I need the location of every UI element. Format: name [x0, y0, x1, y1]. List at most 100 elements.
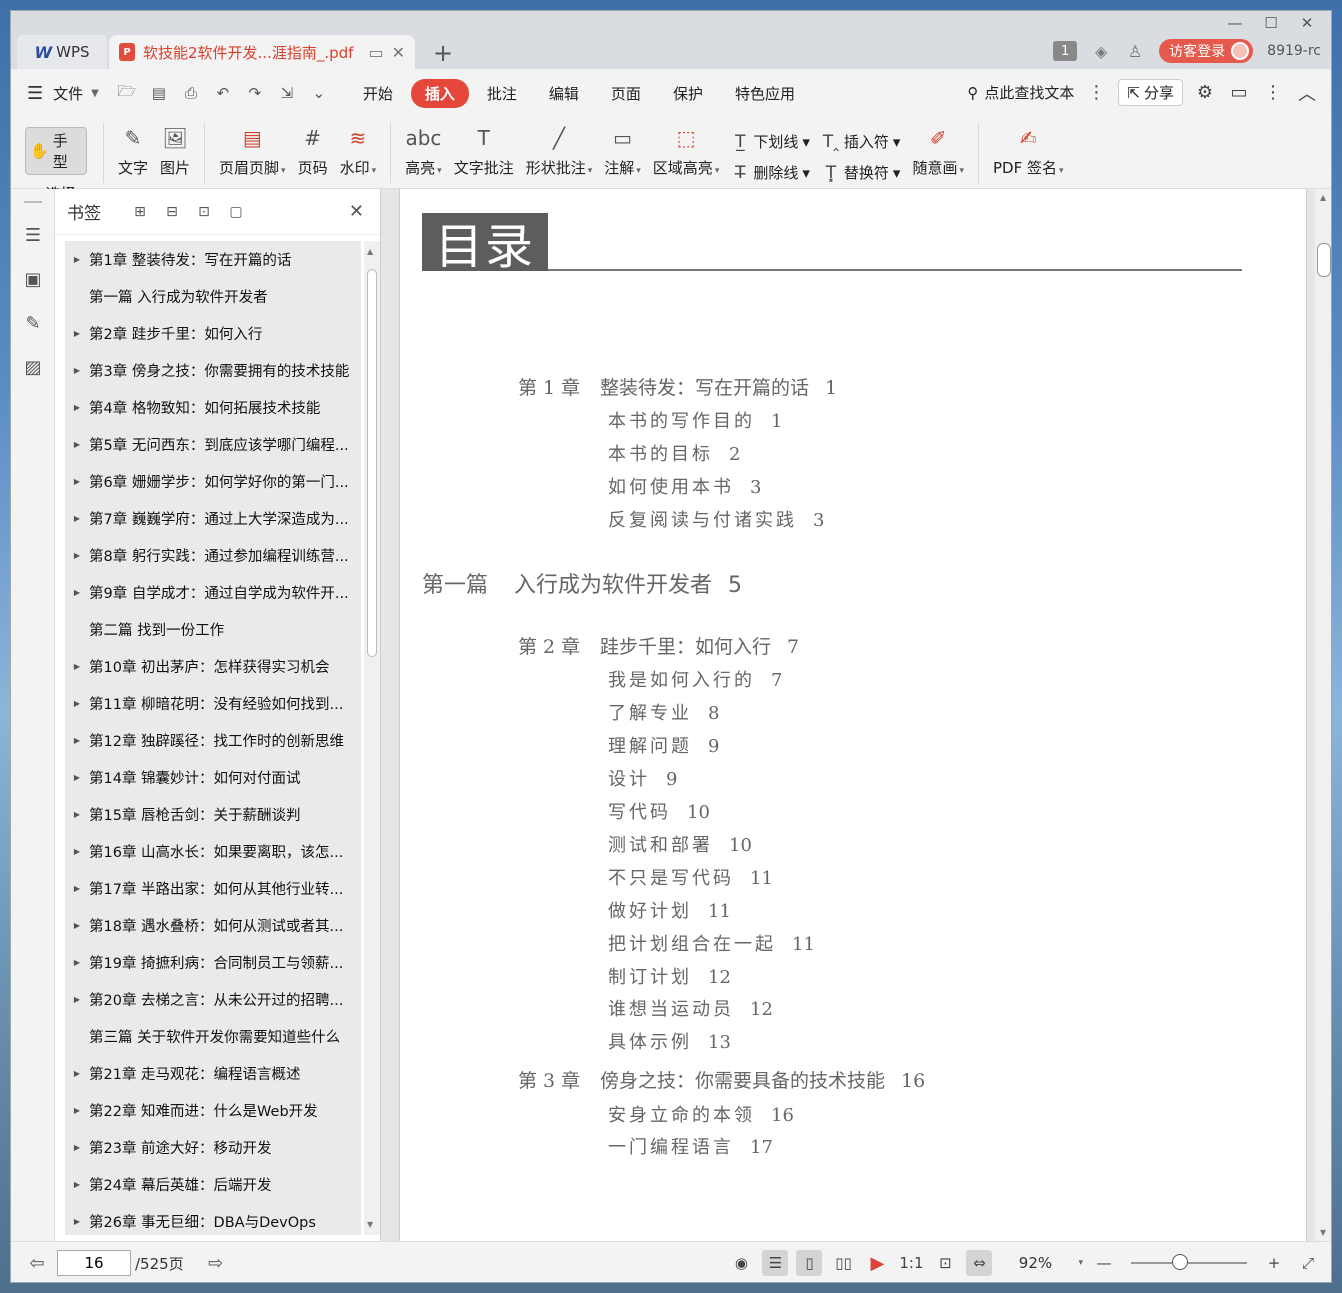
- document-tab[interactable]: P 软技能2软件开发...涯指南_.pdf ▭ ✕: [109, 35, 415, 69]
- tab-insert[interactable]: 插入: [410, 78, 469, 108]
- bookmark-settings-icon[interactable]: ▢: [225, 201, 247, 223]
- tab-page[interactable]: 页面: [597, 79, 655, 108]
- bookmark-item[interactable]: ▶ 第19章 掎摭利病：合同制员工与领薪...: [65, 944, 361, 981]
- expand-arrow-icon[interactable]: ▶: [65, 1106, 89, 1115]
- double-page-icon[interactable]: ▯▯: [830, 1250, 856, 1276]
- bookmark-item[interactable]: ▶ 第14章 锦囊妙计：如何对付面试: [65, 759, 361, 796]
- annotation-pen-icon[interactable]: ✎: [11, 301, 55, 345]
- highlight-button[interactable]: abc 高亮 ▾: [405, 123, 442, 178]
- expand-arrow-icon[interactable]: ▶: [65, 403, 89, 412]
- window-count-badge[interactable]: 1: [1053, 41, 1078, 61]
- bookmark-item[interactable]: ▶ 第15章 唇枪舌剑：关于薪酬谈判: [65, 796, 361, 833]
- zoom-level[interactable]: 92%: [1000, 1254, 1070, 1272]
- bookmark-item[interactable]: ▶ 第8章 躬行实践：通过参加编程训练营...: [65, 537, 361, 574]
- zoom-slider[interactable]: [1131, 1254, 1247, 1270]
- bookmark-item[interactable]: ▶ 第21章 走马观花：编程语言概述: [65, 1055, 361, 1092]
- shirt-skin-icon[interactable]: ♙: [1125, 41, 1145, 61]
- tab-start[interactable]: 开始: [349, 79, 407, 108]
- print-icon[interactable]: ⎙: [177, 79, 205, 107]
- bookmark-scroll-thumb[interactable]: [367, 269, 377, 657]
- expand-arrow-icon[interactable]: ▶: [65, 773, 89, 782]
- close-window-icon[interactable]: ✕: [1289, 13, 1325, 33]
- expand-arrow-icon[interactable]: ▶: [65, 1180, 89, 1189]
- tab-special-apps[interactable]: 特色应用: [721, 79, 809, 108]
- bookmark-item[interactable]: ▶ 第6章 姗姗学步：如何学好你的第一门...: [65, 463, 361, 500]
- replace-mark-button[interactable]: T͓ 替换符 ▾: [822, 162, 901, 183]
- save-icon[interactable]: ▤: [145, 79, 173, 107]
- bookmark-item[interactable]: ▶ 第22章 知难而进：什么是Web开发: [65, 1092, 361, 1129]
- page-number-input[interactable]: [57, 1250, 131, 1276]
- scroll-up-icon[interactable]: ▲: [1320, 193, 1326, 202]
- expand-arrow-icon[interactable]: ▶: [65, 1217, 89, 1226]
- flame-icon[interactable]: ◈: [1091, 41, 1111, 61]
- insert-mark-button[interactable]: T‸ 插入符 ▾: [822, 131, 901, 152]
- chevron-down-icon[interactable]: ▾: [1078, 1258, 1083, 1268]
- expand-arrow-icon[interactable]: ▶: [65, 551, 89, 560]
- expand-arrow-icon[interactable]: ▶: [65, 255, 89, 264]
- fit-page-icon[interactable]: ⊡: [932, 1250, 958, 1276]
- bookmark-item[interactable]: ▶ 第3章 傍身之技：你需要拥有的技术技能: [65, 352, 361, 389]
- bookmark-item[interactable]: ▶ 第20章 去梯之言：从未公开过的招聘...: [65, 981, 361, 1018]
- tab-protect[interactable]: 保护: [659, 79, 717, 108]
- tab-screen-icon[interactable]: ▭: [368, 43, 383, 62]
- text-comment-button[interactable]: T 文字批注: [454, 123, 514, 178]
- expand-arrow-icon[interactable]: ▶: [65, 810, 89, 819]
- bookmark-item[interactable]: ▶ 第4章 格物致知：如何拓展技术技能: [65, 389, 361, 426]
- shape-comment-button[interactable]: ╱ 形状批注 ▾: [526, 123, 593, 178]
- document-scrollbar[interactable]: ▲ ▼: [1315, 189, 1331, 1241]
- bookmark-item[interactable]: ▶ 第16章 山高水长：如果要离职，该怎...: [65, 833, 361, 870]
- minimize-icon[interactable]: —: [1217, 13, 1253, 33]
- bookmark-item[interactable]: 第三篇 关于软件开发你需要知道些什么: [65, 1018, 361, 1055]
- expand-arrow-icon[interactable]: ▶: [65, 329, 89, 338]
- zoom-out-icon[interactable]: —: [1091, 1250, 1117, 1276]
- insert-text-button[interactable]: ✎ 文字: [118, 123, 148, 178]
- share-button[interactable]: ⇱ 分享: [1118, 79, 1183, 106]
- pdf-sign-button[interactable]: ✍ PDF 签名 ▾: [993, 123, 1064, 178]
- tab-comment[interactable]: 批注: [473, 79, 531, 108]
- redo-icon[interactable]: ↷: [241, 79, 269, 107]
- export-icon[interactable]: ⇲: [273, 79, 301, 107]
- guest-login-button[interactable]: 访客登录: [1159, 39, 1254, 63]
- open-folder-icon[interactable]: 🗁: [113, 79, 141, 107]
- maximize-icon[interactable]: ☐: [1253, 13, 1289, 33]
- expand-arrow-icon[interactable]: ▶: [65, 588, 89, 597]
- undo-icon[interactable]: ↶: [209, 79, 237, 107]
- expand-arrow-icon[interactable]: ▶: [65, 847, 89, 856]
- more-options-icon[interactable]: ⋮: [1261, 82, 1285, 103]
- bookmark-list-icon[interactable]: ☰: [11, 213, 55, 257]
- bookmark-item[interactable]: ▶ 第7章 巍巍学府：通过上大学深造成为...: [65, 500, 361, 537]
- chevron-down-icon[interactable]: ▼: [91, 88, 99, 99]
- hamburger-icon[interactable]: ☰: [27, 83, 43, 104]
- thumbnail-image-icon[interactable]: ▣: [11, 257, 55, 301]
- scroll-up-icon[interactable]: ▲: [367, 247, 373, 256]
- bookmark-item[interactable]: ▶ 第5章 无问西东：到底应该学哪门编程...: [65, 426, 361, 463]
- bookmark-item[interactable]: ▶ 第24章 幕后英雄：后端开发: [65, 1166, 361, 1203]
- bookmark-item[interactable]: ▶ 第18章 遇水叠桥：如何从测试或者其...: [65, 907, 361, 944]
- expand-arrow-icon[interactable]: ▶: [65, 736, 89, 745]
- more-vertical-icon[interactable]: ⋮: [1084, 82, 1108, 103]
- expand-arrow-icon[interactable]: ▶: [65, 514, 89, 523]
- bookmark-item[interactable]: ▶ 第2章 跬步千里：如何入行: [65, 315, 361, 352]
- expand-arrow-icon[interactable]: ▶: [65, 958, 89, 967]
- strikethrough-button[interactable]: T̶ 删除线 ▾: [731, 162, 810, 183]
- expand-bookmark-icon[interactable]: ⊡: [193, 201, 215, 223]
- expand-arrow-icon[interactable]: ▶: [65, 662, 89, 671]
- annotation-button[interactable]: ▭ 注解 ▾: [604, 123, 641, 178]
- zoom-slider-knob[interactable]: [1171, 1254, 1188, 1270]
- play-slideshow-icon[interactable]: ▶: [864, 1250, 890, 1276]
- expand-arrow-icon[interactable]: ▶: [65, 995, 89, 1004]
- underline-button[interactable]: T̲ 下划线 ▾: [731, 131, 810, 152]
- add-bookmark-icon[interactable]: ⊞: [129, 201, 151, 223]
- collapse-ribbon-icon[interactable]: ︿: [1295, 80, 1319, 106]
- insert-image-button[interactable]: 🖼 图片: [160, 123, 190, 178]
- bookmark-item[interactable]: 第二篇 找到一份工作: [65, 611, 361, 648]
- expand-arrow-icon[interactable]: ▶: [65, 1143, 89, 1152]
- page-number-button[interactable]: # 页码: [298, 123, 328, 178]
- fullscreen-icon[interactable]: ⤢: [1295, 1250, 1321, 1276]
- wps-home-tab[interactable]: W WPS: [17, 35, 107, 69]
- close-panel-icon[interactable]: ✕: [349, 201, 364, 222]
- document-scroll-thumb[interactable]: [1317, 243, 1331, 277]
- previous-page-icon[interactable]: ⇦: [17, 1253, 57, 1274]
- chat-icon[interactable]: ▭: [1227, 82, 1251, 103]
- area-highlight-button[interactable]: ⬚ 区域高亮 ▾: [653, 123, 720, 178]
